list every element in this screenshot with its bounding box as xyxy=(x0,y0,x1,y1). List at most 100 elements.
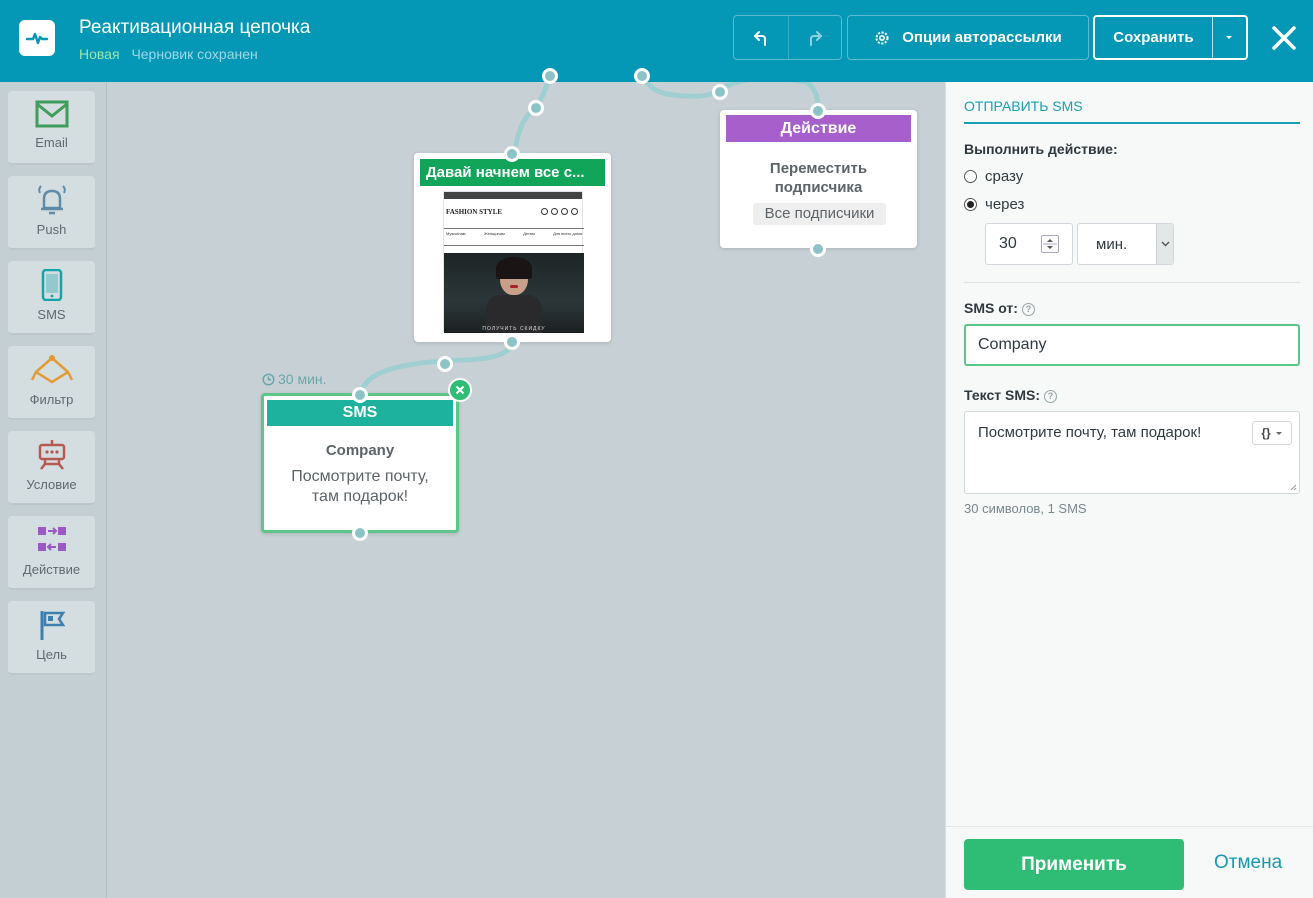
undo-redo-group xyxy=(733,15,842,60)
variable-icon: {} xyxy=(1261,426,1271,440)
tool-sms[interactable]: SMS xyxy=(8,261,95,335)
top-bar: Реактивационная цепочка Новая Черновик с… xyxy=(0,0,1313,82)
settings-panel: ОТПРАВИТЬ SMS Выполнить действие: сразу … xyxy=(945,82,1313,898)
apply-button[interactable]: Применить xyxy=(964,839,1184,890)
delay-unit-select[interactable]: мин. xyxy=(1077,223,1174,265)
app-logo[interactable] xyxy=(19,20,55,56)
status-line: Новая Черновик сохранен xyxy=(79,46,258,62)
bell-icon xyxy=(37,185,66,215)
radio-now-circle[interactable] xyxy=(964,170,977,183)
tool-goal-label: Цель xyxy=(36,647,67,662)
sms-node-header: SMS xyxy=(267,400,453,426)
action-node-header: Действие xyxy=(726,115,911,142)
stepper-arrows-icon xyxy=(1043,239,1057,249)
email-node[interactable]: Давай начнем все с... FASHION STYLE Мужч… xyxy=(414,153,611,342)
tool-push[interactable]: Push xyxy=(8,176,95,250)
save-button[interactable]: Сохранить xyxy=(1095,29,1212,46)
redo-button[interactable] xyxy=(787,16,842,59)
action-node-input-point[interactable] xyxy=(810,103,826,119)
sms-text-textarea[interactable]: Посмотрите почту, там подарок! {} xyxy=(964,411,1300,494)
email-preview: FASHION STYLE Мужчинам Женщинам Детям Дл… xyxy=(443,191,584,333)
connector-point[interactable] xyxy=(712,84,728,100)
clock-icon xyxy=(262,372,275,386)
tool-goal[interactable]: Цель xyxy=(8,601,95,675)
preview-social-icons xyxy=(541,208,578,215)
sms-text-value: Посмотрите почту, там подарок! xyxy=(978,424,1202,441)
sms-from-label: SMS от:? xyxy=(964,300,1035,316)
radio-after-label: через xyxy=(985,196,1025,213)
tool-action-label: Действие xyxy=(22,562,81,577)
email-node-input-point[interactable] xyxy=(504,146,520,162)
action-node[interactable]: Действие Переместить подписчика Все подп… xyxy=(720,110,917,248)
pulse-icon xyxy=(25,32,49,45)
resize-handle-icon[interactable] xyxy=(1289,483,1297,491)
delete-node-button[interactable] xyxy=(448,378,472,402)
help-icon[interactable]: ? xyxy=(1021,303,1035,316)
sms-node[interactable]: SMS Company Посмотрите почту, там подаро… xyxy=(261,393,459,533)
sms-from-input[interactable]: Company xyxy=(964,324,1300,366)
email-node-header: Давай начнем все с... xyxy=(420,159,605,186)
action-node-tag: Все подписчики xyxy=(753,203,886,225)
tool-condition[interactable]: Условие xyxy=(8,431,95,505)
caret-down-icon xyxy=(1275,431,1282,435)
tool-email-label: Email xyxy=(35,135,68,150)
sms-node-delay: 30 мин. xyxy=(262,371,327,387)
undo-icon xyxy=(753,30,766,46)
action-node-title: Переместить подписчика xyxy=(769,160,868,196)
delay-number-input[interactable]: 30 xyxy=(985,223,1073,265)
sms-node-text: Посмотрите почту, там подарок! xyxy=(291,468,429,505)
help-icon[interactable]: ? xyxy=(1044,390,1057,403)
tool-condition-label: Условие xyxy=(26,477,77,492)
radio-after[interactable]: через xyxy=(964,196,1024,213)
select-arrow[interactable] xyxy=(1156,224,1173,264)
sms-counter: 30 символов, 1 SMS xyxy=(964,501,1087,516)
tool-sms-label: SMS xyxy=(37,307,66,322)
phone-icon xyxy=(41,269,62,301)
delay-value: 30 xyxy=(999,235,1017,252)
email-node-output-point[interactable] xyxy=(504,334,520,350)
radio-now-label: сразу xyxy=(985,168,1024,185)
sms-text-label: Текст SMS:? xyxy=(964,387,1057,403)
flag-icon xyxy=(40,611,65,640)
workflow-canvas[interactable]: Давай начнем все с... FASHION STYLE Мужч… xyxy=(107,68,945,898)
connector-point[interactable] xyxy=(528,100,544,116)
redo-icon xyxy=(809,30,822,46)
delay-stepper[interactable] xyxy=(1041,235,1059,253)
preview-topbar xyxy=(444,192,582,199)
action-node-output-point[interactable] xyxy=(810,241,826,257)
delay-unit-value: мин. xyxy=(1096,236,1128,253)
sms-node-sender: Company xyxy=(325,442,395,459)
connector-point[interactable] xyxy=(542,68,558,84)
sms-node-input-point[interactable] xyxy=(352,387,368,403)
chevron-down-icon xyxy=(1161,241,1169,247)
sms-node-output-point[interactable] xyxy=(352,525,368,541)
radio-now[interactable]: сразу xyxy=(964,168,1023,185)
cancel-button[interactable]: Отмена xyxy=(1214,852,1282,874)
connector-point[interactable] xyxy=(634,68,650,84)
panel-divider xyxy=(964,282,1300,283)
tool-filter[interactable]: Фильтр xyxy=(8,346,95,420)
preview-brand: FASHION STYLE xyxy=(446,208,503,216)
radio-after-circle[interactable] xyxy=(964,198,977,211)
preview-menu: Мужчинам Женщинам Детям Для всего дома xyxy=(446,231,582,236)
insert-variable-button[interactable]: {} xyxy=(1252,421,1292,445)
block-toolbox: Email Push SMS Фильтр Условие Действие Ц… xyxy=(0,82,107,898)
close-icon[interactable] xyxy=(1268,22,1300,54)
page-title: Реактивационная цепочка xyxy=(79,17,311,38)
perform-label: Выполнить действие: xyxy=(964,141,1118,157)
panel-title-underline xyxy=(964,122,1300,124)
caret-down-icon xyxy=(1226,35,1233,39)
gear-icon xyxy=(875,31,889,44)
filter-icon xyxy=(30,355,73,384)
tool-email[interactable]: Email xyxy=(8,91,95,165)
preview-hero-image: ПОЛУЧИТЬ СКИДКУ xyxy=(444,253,584,333)
options-label: Опции авторассылки xyxy=(902,29,1062,46)
mailing-options-button[interactable]: Опции авторассылки xyxy=(847,15,1089,60)
connector-point[interactable] xyxy=(437,356,453,372)
undo-button[interactable] xyxy=(734,16,788,59)
panel-footer: Применить Отмена xyxy=(946,826,1313,898)
envelope-icon xyxy=(35,100,68,128)
condition-icon xyxy=(38,440,65,470)
save-dropdown-button[interactable] xyxy=(1211,17,1246,58)
tool-action[interactable]: Действие xyxy=(8,516,95,590)
